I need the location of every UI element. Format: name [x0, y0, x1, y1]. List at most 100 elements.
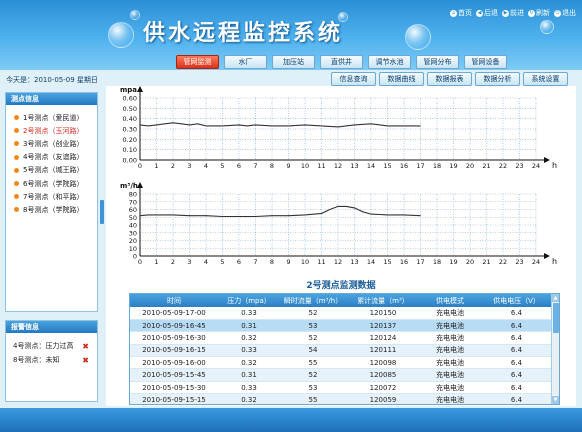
x-tick-label: 17 — [416, 162, 424, 170]
tab-data-report[interactable]: 数据报表 — [427, 72, 472, 86]
data-point — [139, 215, 141, 216]
y-tick-label: 0.20 — [123, 136, 137, 144]
x-tick-label: 3 — [187, 258, 191, 266]
data-point — [271, 215, 273, 216]
table-row[interactable]: 2010-05-09-16-30 0.32 52 120124 充电电池 6.4 — [130, 331, 553, 345]
x-axis-label: h — [552, 257, 557, 266]
data-point — [321, 213, 322, 214]
back-link[interactable]: ◀ 后退 — [476, 8, 498, 18]
table-cell: 52 — [280, 368, 346, 382]
data-point — [164, 123, 166, 125]
data-point — [337, 206, 339, 207]
y-tick-label: 60 — [129, 206, 137, 214]
bubble-decoration — [108, 22, 134, 48]
table-cell: 充电电池 — [420, 319, 480, 333]
exit-link[interactable]: ⏻ 退出 — [554, 8, 576, 18]
alarm-list: 4号测点：压力过高 ✖ 8号测点：未知 ✖ — [6, 333, 97, 367]
table-scrollbar[interactable]: ▲ ▼ — [551, 294, 559, 404]
refresh-link[interactable]: ↻ 刷新 — [528, 8, 550, 18]
table-cell: 2010-05-09-15-45 — [130, 368, 218, 382]
tab-data-analysis[interactable]: 数据分析 — [475, 72, 520, 86]
table-row[interactable]: 2010-05-09-15-15 0.32 55 120059 充电电池 6.4 — [130, 393, 553, 404]
column-header: 累计流量（m³） — [346, 294, 420, 307]
tab-pipe-monitoring[interactable]: 管网监测 — [176, 55, 219, 69]
refresh-icon: ↻ — [528, 9, 535, 17]
table-row[interactable]: 2010-05-09-16-00 0.32 55 120098 充电电池 6.4 — [130, 356, 553, 370]
data-point — [403, 214, 405, 216]
column-header: 供电模式 — [420, 294, 480, 307]
scroll-thumb[interactable] — [553, 303, 559, 333]
table-row[interactable]: 2010-05-09-17-00 0.33 52 120150 充电电池 6.4 — [130, 307, 553, 320]
refresh-link-label: 刷新 — [536, 9, 550, 17]
tab-pipe-equipment[interactable]: 管网设备 — [464, 55, 507, 69]
table-row[interactable]: 2010-05-09-15-30 0.33 53 120072 充电电池 6.4 — [130, 381, 553, 395]
x-tick-label: 22 — [499, 258, 507, 266]
data-point — [387, 125, 388, 127]
y-tick-label: 0.40 — [123, 115, 137, 123]
alarm-panel-title: 报警信息 — [6, 321, 97, 333]
close-icon[interactable]: ✖ — [82, 356, 89, 365]
tab-info-query[interactable]: 信息查询 — [331, 72, 376, 86]
table-cell: 0.33 — [218, 344, 280, 358]
tab-pipe-distribution[interactable]: 管网分布 — [416, 55, 459, 69]
column-header: 供电电压（V） — [480, 294, 553, 307]
alarm-item[interactable]: 4号测点：压力过高 ✖ — [13, 339, 97, 353]
data-point — [345, 206, 347, 207]
header-banner: 供水远程监控系统 ⌂ 首页 ◀ 后退 ▶ 前进 ↻ 刷新 ⏻ 退出 管网监测 水厂 加压站… — [0, 0, 582, 70]
tab-data-curve[interactable]: 数据曲线 — [379, 72, 424, 86]
table-row[interactable]: 2010-05-09-16-45 0.31 53 120137 充电电池 6.4 — [130, 319, 553, 333]
table-cell: 55 — [280, 393, 346, 404]
table-row[interactable]: 2010-05-09-16-15 0.33 54 120111 充电电池 6.4 — [130, 344, 553, 358]
data-point — [255, 216, 256, 217]
data-point — [420, 125, 421, 127]
tab-water-plant[interactable]: 水厂 — [224, 55, 267, 69]
close-icon[interactable]: ✖ — [82, 342, 89, 351]
table-cell: 6.4 — [480, 344, 553, 358]
point-item-2[interactable]: 2号测点（玉河路） — [14, 124, 97, 137]
table-cell: 充电电池 — [420, 381, 480, 395]
table-title: 2号测点监测数据 — [306, 281, 376, 291]
point-item-6[interactable]: 6号测点（学院路） — [14, 177, 97, 190]
x-tick-label: 21 — [482, 162, 490, 170]
x-tick-label: 3 — [187, 162, 191, 170]
data-point — [288, 125, 289, 127]
point-label: 1号测点（爱民道） — [23, 113, 84, 122]
panel-collapse-handle[interactable] — [100, 200, 104, 224]
point-item-8[interactable]: 8号测点（学院路） — [14, 203, 97, 216]
tab-system-settings[interactable]: 系统设置 — [523, 72, 568, 86]
x-tick-label: 4 — [204, 258, 208, 266]
table-cell: 0.33 — [218, 381, 280, 395]
x-tick-label: 20 — [466, 162, 474, 170]
x-tick-label: 0 — [138, 258, 142, 266]
point-item-1[interactable]: 1号测点（爱民道） — [14, 111, 97, 124]
tab-direct-well[interactable]: 直供井 — [320, 55, 363, 69]
tab-regulating-pool[interactable]: 调节水池 — [368, 55, 411, 69]
scroll-down-icon[interactable]: ▼ — [552, 396, 559, 404]
table-row[interactable]: 2010-05-09-15-45 0.31 52 120085 充电电池 6.4 — [130, 368, 553, 382]
point-item-3[interactable]: 3号测点（创业路） — [14, 137, 97, 150]
x-tick-label: 23 — [515, 162, 523, 170]
data-point — [337, 126, 339, 128]
footer-bar — [0, 408, 582, 432]
y-tick-label: 50 — [129, 214, 137, 222]
tab-booster-station[interactable]: 加压站 — [272, 55, 315, 69]
x-tick-label: 13 — [350, 258, 358, 266]
x-tick-label: 2 — [171, 162, 175, 170]
table-cell: 0.33 — [218, 307, 280, 320]
x-tick-label: 23 — [515, 258, 523, 266]
x-axis-label: h — [552, 161, 557, 170]
point-item-4[interactable]: 4号测点（友谊路） — [14, 151, 97, 164]
data-point — [362, 211, 364, 213]
point-item-5[interactable]: 5号测点（城王路） — [14, 164, 97, 177]
y-tick-label: 40 — [129, 222, 137, 230]
table-cell: 54 — [280, 344, 346, 358]
alarm-item[interactable]: 8号测点：未知 ✖ — [13, 353, 97, 367]
y-tick-label: 0.30 — [123, 126, 137, 134]
y-tick-label: 0.10 — [123, 146, 137, 154]
point-item-7[interactable]: 7号测点（和平路） — [14, 190, 97, 203]
table-cell: 充电电池 — [420, 368, 480, 382]
table-cell: 120137 — [346, 319, 420, 333]
scroll-up-icon[interactable]: ▲ — [552, 294, 559, 302]
forward-link[interactable]: ▶ 前进 — [502, 8, 524, 18]
home-link[interactable]: ⌂ 首页 — [450, 8, 472, 18]
